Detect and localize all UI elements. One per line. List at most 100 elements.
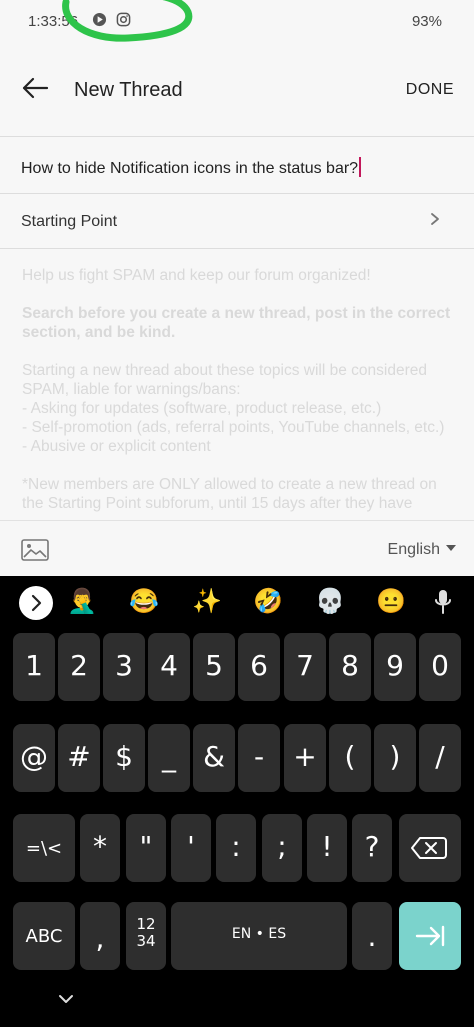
key-label: 6 [250, 649, 268, 682]
microphone-icon[interactable] [433, 588, 453, 616]
key-label: 4 [160, 649, 178, 682]
key[interactable]: " [126, 814, 166, 882]
key[interactable]: ) [374, 724, 416, 792]
key[interactable]: 2 [58, 633, 100, 701]
text-caret [359, 157, 362, 177]
divider [0, 248, 474, 249]
guideline-item: - Self-promotion (ads, referral points, … [22, 419, 445, 436]
key-label: : [231, 830, 241, 863]
page-title: New Thread [74, 79, 183, 101]
dropdown-arrow-icon [446, 545, 456, 551]
key[interactable]: - [238, 724, 280, 792]
key[interactable]: 9 [374, 633, 416, 701]
key-label: 8 [341, 649, 359, 682]
guideline-item: - Asking for updates (software, product … [22, 400, 382, 417]
language-label: English [387, 541, 440, 558]
numpad-key[interactable]: 12 34 [126, 902, 166, 970]
key-label: ) [389, 740, 401, 773]
guideline-bold-text: Search before you create a new thread, p… [22, 305, 451, 341]
key-label: - [253, 740, 265, 773]
suggestion-expand-button[interactable] [19, 586, 53, 620]
key[interactable]: ( [329, 724, 371, 792]
tab-next-icon [415, 925, 445, 947]
chevron-right-icon [31, 594, 42, 612]
key[interactable]: + [284, 724, 326, 792]
emoji-suggestion-bar: 🤦‍♂️ 😂 ✨ 🤣 💀 😐 [0, 576, 474, 628]
emoji-suggestion[interactable]: ✨ [192, 588, 222, 616]
key-label: 2 [70, 649, 88, 682]
key-label: & [203, 740, 225, 773]
key[interactable]: ! [307, 814, 347, 882]
battery-percent: 93% [411, 13, 442, 30]
key[interactable]: @ [13, 724, 55, 792]
next-key[interactable] [399, 902, 461, 970]
backspace-key[interactable] [399, 814, 461, 882]
post-body-placeholder[interactable]: Help us fight SPAM and keep our forum or… [22, 266, 458, 520]
emoji-suggestion[interactable]: 🤦‍♂️ [67, 588, 97, 616]
key[interactable]: ' [171, 814, 211, 882]
symbols-page-key[interactable]: =\< [13, 814, 75, 882]
key[interactable]: 5 [193, 633, 235, 701]
key-label: 7 [296, 649, 314, 682]
key-label: _ [162, 740, 176, 773]
key-label: ? [364, 830, 380, 863]
guideline-new-members: *New members are ONLY allowed to create … [22, 476, 437, 512]
guideline-intro: Help us fight SPAM and keep our forum or… [22, 267, 371, 284]
emoji-suggestion[interactable]: 😂 [129, 588, 159, 616]
period-key[interactable]: . [352, 902, 392, 970]
emoji-suggestion[interactable]: 😐 [376, 588, 406, 616]
key-label: 34 [136, 932, 156, 950]
app-bar: New Thread DONE [0, 58, 474, 122]
key-label: 12 [136, 915, 156, 933]
key-label: . [367, 920, 377, 953]
key-label: 5 [205, 649, 223, 682]
emoji-suggestion[interactable]: 💀 [315, 588, 345, 616]
key-label: 0 [431, 649, 449, 682]
key[interactable]: 0 [419, 633, 461, 701]
key-label: 1 [25, 649, 43, 682]
guideline-spam-intro: Starting a new thread about these topics… [22, 362, 427, 398]
key[interactable]: : [216, 814, 256, 882]
key[interactable]: # [58, 724, 100, 792]
key-label: 3 [115, 649, 133, 682]
editor-toolbar: English [0, 520, 474, 577]
guideline-bold: Search before you create a new thread, p… [22, 304, 458, 342]
key-label: , [95, 922, 105, 955]
space-key[interactable]: EN • ES [171, 902, 347, 970]
chevron-right-icon [431, 213, 439, 225]
key[interactable]: & [193, 724, 235, 792]
key[interactable]: ; [262, 814, 302, 882]
abc-key[interactable]: ABC [13, 902, 75, 970]
key-label: ' [187, 830, 195, 863]
key-label: EN • ES [231, 926, 287, 942]
back-arrow-icon[interactable] [20, 76, 50, 100]
key[interactable]: / [419, 724, 461, 792]
key[interactable]: 8 [329, 633, 371, 701]
thread-title-input[interactable]: How to hide Notification icons in the st… [0, 137, 474, 193]
key-label: # [67, 740, 91, 773]
keyboard: 🤦‍♂️ 😂 ✨ 🤣 💀 😐 1 2 3 4 5 6 7 8 9 0 @ # $… [0, 576, 474, 1027]
key[interactable]: $ [103, 724, 145, 792]
comma-key[interactable]: , [80, 902, 120, 970]
done-button[interactable]: DONE [406, 81, 454, 99]
key-label: " [139, 830, 153, 863]
key[interactable]: _ [148, 724, 190, 792]
key-label: 9 [386, 649, 404, 682]
guideline-item: - Abusive or explicit content [22, 438, 211, 455]
starting-point-selector[interactable]: Starting Point [0, 194, 474, 248]
key[interactable]: ? [352, 814, 392, 882]
key[interactable]: 7 [284, 633, 326, 701]
emoji-suggestion[interactable]: 🤣 [253, 588, 283, 616]
keyboard-collapse-icon[interactable] [58, 994, 74, 1004]
thread-title-text: How to hide Notification icons in the st… [21, 157, 362, 178]
key[interactable]: 4 [148, 633, 190, 701]
key[interactable]: 6 [238, 633, 280, 701]
key[interactable]: * [80, 814, 120, 882]
key-label: ( [344, 740, 356, 773]
key[interactable]: 1 [13, 633, 55, 701]
key-label: $ [115, 740, 133, 773]
key[interactable]: 3 [103, 633, 145, 701]
language-selector[interactable]: English [388, 541, 456, 559]
key-label: + [293, 740, 317, 773]
image-icon[interactable] [21, 539, 49, 561]
